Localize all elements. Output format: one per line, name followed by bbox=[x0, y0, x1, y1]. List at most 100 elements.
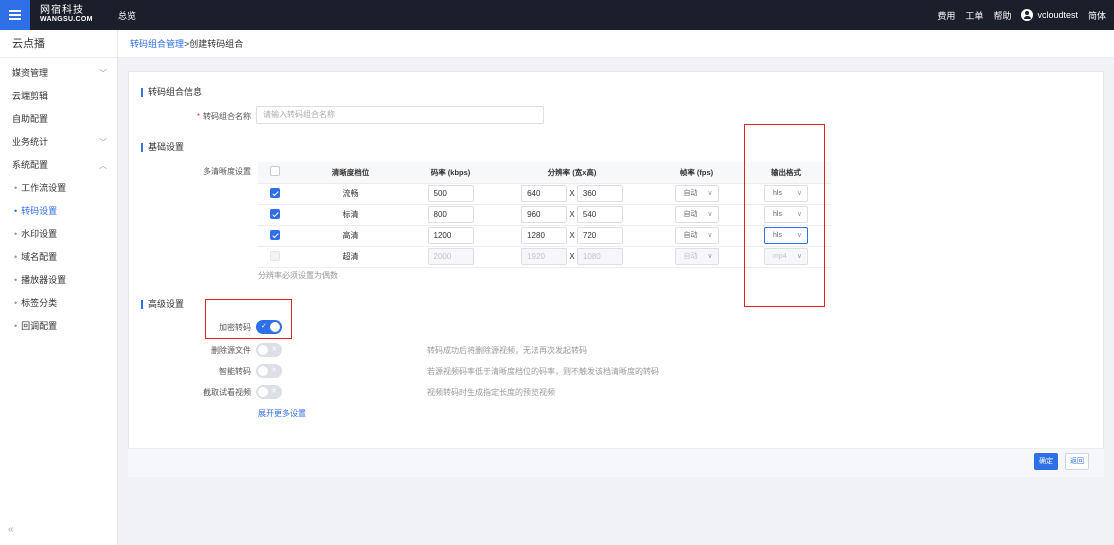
toggle-label-smart: 智能转码 bbox=[219, 367, 251, 376]
toggle-label-preview: 截取试看视频 bbox=[203, 388, 251, 397]
width-input[interactable]: 960 bbox=[521, 206, 568, 223]
bitrate-input[interactable]: 2000 bbox=[427, 248, 474, 265]
close-icon: ✕ bbox=[271, 388, 277, 395]
menu-icon[interactable] bbox=[0, 0, 30, 30]
nav-help[interactable]: 帮助 bbox=[993, 9, 1011, 22]
sidebar-sub-tags[interactable]: • 标签分类 bbox=[0, 292, 117, 315]
sidebar-item-label: 自助配置 bbox=[12, 114, 49, 124]
chevron-down-icon: ∨ bbox=[707, 253, 713, 260]
level-name: 高清 bbox=[292, 225, 409, 247]
nav-ticket[interactable]: 工单 bbox=[965, 9, 983, 22]
row-checkbox[interactable] bbox=[270, 229, 280, 240]
close-icon: ✕ bbox=[271, 367, 277, 374]
col-resolution: 分辨率 (宽x高) bbox=[492, 162, 652, 184]
level-name: 流畅 bbox=[292, 183, 409, 205]
top-bar: 网宿科技 WANGSU.COM 总览 费用 工单 帮助 vcloudtest 简… bbox=[0, 0, 1114, 30]
name-label: * 转码组合名称 bbox=[196, 112, 251, 121]
language-switch[interactable]: 简体 bbox=[1088, 9, 1106, 22]
sidebar-sub-callback[interactable]: • 回调配置 bbox=[0, 315, 117, 338]
sidebar-sub-label: 播放器设置 bbox=[21, 275, 67, 285]
sidebar-sub-player[interactable]: • 播放器设置 bbox=[0, 269, 117, 292]
height-input[interactable]: 360 bbox=[576, 185, 623, 202]
back-button[interactable]: 返回 bbox=[1065, 453, 1089, 470]
form-footer bbox=[128, 448, 1104, 477]
chevron-up-icon: ︿ bbox=[99, 161, 107, 170]
sidebar-item-label: 云端剪辑 bbox=[12, 91, 49, 101]
sidebar-sub-domain[interactable]: • 域名配置 bbox=[0, 246, 117, 269]
sidebar-sub-transcode[interactable]: • 转码设置 bbox=[0, 200, 117, 223]
toggle-desc: 转码成功后将删除源视频，无法再次发起转码 bbox=[427, 346, 587, 355]
section-title-basic: 基础设置 bbox=[141, 143, 184, 152]
select-all-checkbox[interactable] bbox=[270, 166, 280, 177]
sidebar-sub-label: 域名配置 bbox=[21, 252, 58, 262]
sidebar-sub-label: 回调配置 bbox=[21, 321, 58, 331]
sidebar-sub-label: 工作流设置 bbox=[21, 183, 67, 193]
toggle-label-delete-source: 删除源文件 bbox=[211, 346, 251, 355]
sidebar-title: 云点播 bbox=[0, 30, 117, 58]
sidebar-item-cloud-edit[interactable]: 云端剪辑 bbox=[0, 85, 117, 108]
logo[interactable]: 网宿科技 WANGSU.COM bbox=[40, 6, 100, 24]
width-input[interactable]: 1920 bbox=[521, 248, 568, 265]
col-level: 清晰度档位 bbox=[292, 162, 409, 184]
sidebar-sub-watermark[interactable]: • 水印设置 bbox=[0, 223, 117, 246]
user-icon[interactable] bbox=[1021, 9, 1034, 21]
confirm-button[interactable]: 确定 bbox=[1034, 453, 1058, 470]
breadcrumb-current: 创建转码组合 bbox=[189, 39, 244, 49]
sidebar-item-statistics[interactable]: 业务统计 ﹀ bbox=[0, 131, 117, 154]
width-input[interactable]: 640 bbox=[521, 185, 568, 202]
fps-select[interactable]: 自动 ∨ bbox=[674, 185, 719, 202]
smart-transcode-toggle[interactable]: ✕ bbox=[256, 364, 282, 378]
expand-more-link[interactable]: 展开更多设置 bbox=[258, 408, 306, 419]
level-name: 标清 bbox=[292, 204, 409, 226]
username[interactable]: vcloudtest bbox=[1037, 10, 1078, 20]
breadcrumb-parent[interactable]: 转码组合管理 bbox=[130, 39, 184, 49]
combo-name-input[interactable]: 请输入转码组合名称 bbox=[256, 106, 544, 124]
delete-source-toggle[interactable]: ✕ bbox=[256, 343, 282, 357]
chevron-down-icon: ﹀ bbox=[99, 138, 107, 147]
row-checkbox[interactable] bbox=[270, 208, 280, 219]
toggle-desc: 若源视频码率低于清晰度档位的码率，则不触发该档清晰度的转码 bbox=[427, 367, 659, 376]
col-bitrate: 码率 (kbps) bbox=[409, 162, 492, 184]
fps-select[interactable]: 自动 ∨ bbox=[674, 248, 719, 265]
sidebar-item-label: 媒资管理 bbox=[12, 68, 49, 78]
height-input[interactable]: 720 bbox=[576, 227, 623, 244]
collapse-icon[interactable]: « bbox=[8, 524, 14, 535]
logo-text-en: WANGSU.COM bbox=[40, 16, 93, 23]
bitrate-input[interactable]: 500 bbox=[427, 185, 474, 202]
bitrate-input[interactable]: 1200 bbox=[427, 227, 474, 244]
highlight-box bbox=[744, 124, 825, 307]
sidebar: 云点播 媒资管理 ﹀ 云端剪辑 自助配置 业务统计 ﹀ 系统配置 ︿ • 工作流设置 •… bbox=[0, 30, 118, 545]
width-input[interactable]: 1280 bbox=[521, 227, 568, 244]
fps-select[interactable]: 自动 ∨ bbox=[674, 227, 719, 244]
toggle-desc: 视频转码时生成指定长度的预览视频 bbox=[427, 388, 555, 397]
col-fps: 帧率 (fps) bbox=[652, 162, 741, 184]
sidebar-sub-workflow[interactable]: • 工作流设置 bbox=[0, 177, 117, 200]
sidebar-item-media[interactable]: 媒资管理 ﹀ bbox=[0, 62, 117, 85]
chevron-down-icon: ﹀ bbox=[99, 69, 107, 78]
sidebar-item-label: 系统配置 bbox=[12, 160, 49, 170]
nav-overview[interactable]: 总览 bbox=[118, 9, 136, 22]
sidebar-sub-label: 水印设置 bbox=[21, 229, 58, 239]
logo-text-cn: 网宿科技 bbox=[40, 5, 84, 16]
row-checkbox[interactable] bbox=[270, 187, 280, 198]
fps-select[interactable]: 自动 ∨ bbox=[674, 206, 719, 223]
close-icon: ✕ bbox=[271, 346, 277, 353]
bitrate-input[interactable]: 800 bbox=[427, 206, 474, 223]
sidebar-sub-label: 标签分类 bbox=[21, 298, 58, 308]
section-title-advanced: 高级设置 bbox=[141, 300, 184, 309]
x-symbol: X bbox=[569, 231, 575, 240]
x-symbol: X bbox=[569, 252, 575, 261]
sidebar-item-system-config[interactable]: 系统配置 ︿ bbox=[0, 154, 117, 177]
resolution-hint: 分辨率必须设置为偶数 bbox=[258, 271, 338, 280]
multi-res-label: 多清晰度设置 bbox=[203, 167, 251, 176]
sidebar-item-label: 业务统计 bbox=[12, 137, 49, 147]
x-symbol: X bbox=[569, 210, 575, 219]
x-symbol: X bbox=[569, 189, 575, 198]
preview-clip-toggle[interactable]: ✕ bbox=[256, 385, 282, 399]
height-input[interactable]: 1080 bbox=[576, 248, 623, 265]
height-input[interactable]: 540 bbox=[576, 206, 623, 223]
sidebar-item-self-config[interactable]: 自助配置 bbox=[0, 108, 117, 131]
nav-billing[interactable]: 费用 bbox=[937, 9, 955, 22]
row-checkbox[interactable] bbox=[270, 250, 280, 261]
level-name: 超清 bbox=[292, 246, 409, 268]
